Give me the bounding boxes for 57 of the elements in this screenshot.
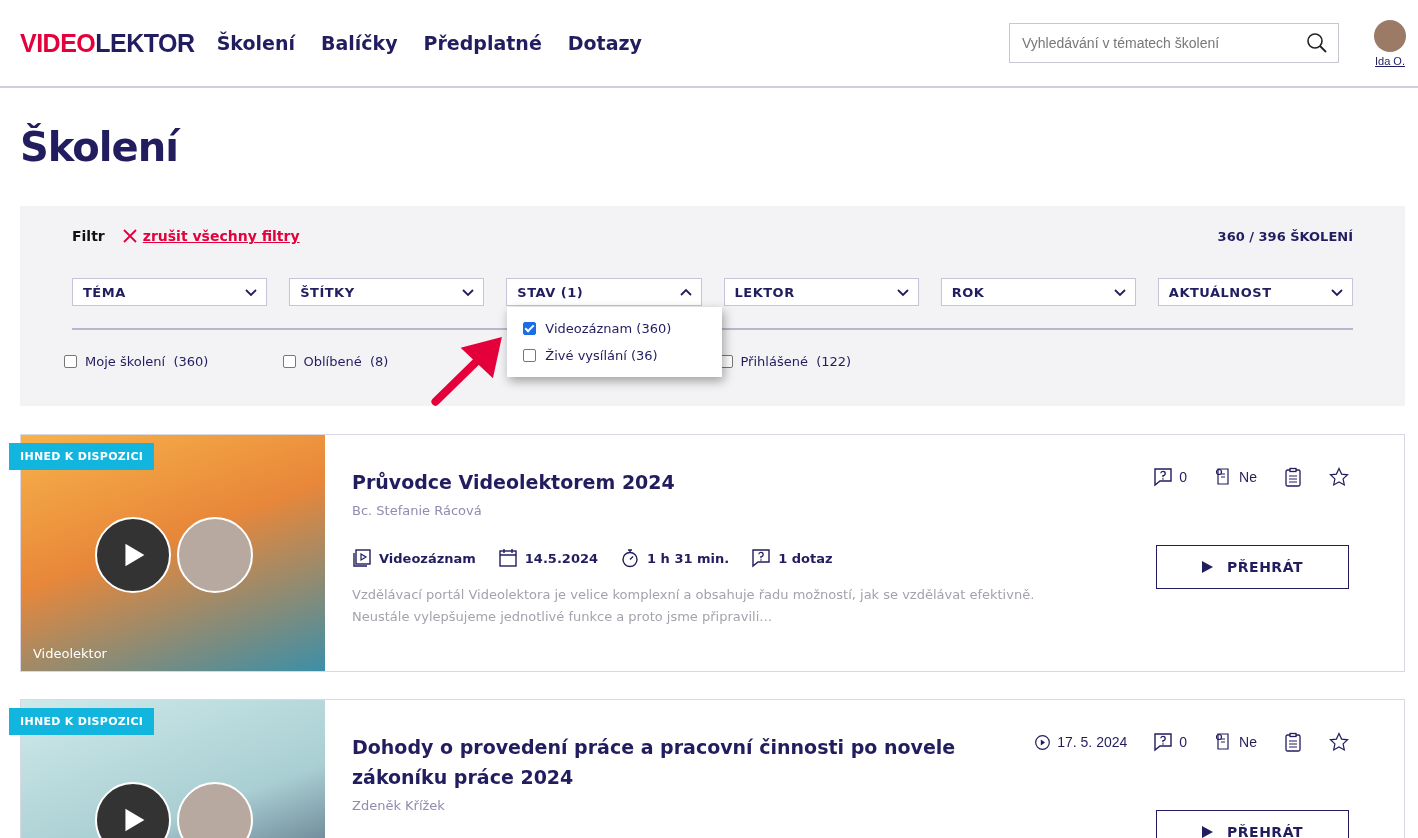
lecturer-name: Zdeněk Křížek xyxy=(352,798,446,813)
course-detail: Videozáznam xyxy=(379,550,476,566)
availability-badge: IHNED K DISPOZICI xyxy=(9,708,155,735)
page-title: Školení xyxy=(0,88,1418,206)
course-meta: Ne xyxy=(1239,469,1257,485)
checkbox[interactable] xyxy=(523,349,537,362)
search-field[interactable]: Vyhledávání v tématech školení xyxy=(1009,23,1339,63)
course-description: Vzdělávací portál Videolektora je velice komplexní a obsahuje řadu možností, jak se vzdělávat efektivně. Neustále vylepšujeme jednotlivé funkce a proto jsme připravili… xyxy=(352,586,1036,626)
play-icon[interactable] xyxy=(95,782,171,838)
course-title[interactable]: Průvodce Videolektorem 2024 xyxy=(352,467,1148,497)
course-meta: 0 xyxy=(1179,734,1188,750)
user-avatar[interactable] xyxy=(1374,19,1406,52)
course-title[interactable]: Dohody o provedení práce a pracovní činnosti po novele zákoníku práce 2024 xyxy=(352,732,1029,792)
play-button[interactable]: PŘEHRÁT xyxy=(1156,545,1349,589)
filter-label: Filtr xyxy=(72,228,105,244)
availability-badge: IHNED K DISPOZICI xyxy=(9,443,155,470)
play-circle-icon xyxy=(1034,733,1052,751)
clipboard-icon[interactable] xyxy=(1283,467,1303,487)
clipboard-icon[interactable] xyxy=(1283,732,1303,752)
play-icon xyxy=(1202,826,1214,838)
star-icon[interactable] xyxy=(1329,467,1349,487)
star-icon[interactable] xyxy=(1329,732,1349,752)
nav-link[interactable]: Školení xyxy=(216,32,295,54)
filter-dropdown[interactable]: AKTUÁLNOST xyxy=(1157,278,1353,306)
stopwatch-icon xyxy=(620,548,641,568)
play-button[interactable]: PŘEHRÁT xyxy=(1156,810,1349,838)
site-logo[interactable]: VIDEOLEKTOR xyxy=(20,28,195,58)
search-icon[interactable] xyxy=(1306,32,1328,54)
filter-dropdown[interactable]: TÉMA xyxy=(72,278,268,306)
clear-filters-link[interactable]: zrušit všechny filtry xyxy=(122,228,300,244)
nav-link[interactable]: Předplatné xyxy=(423,32,542,54)
checkbox[interactable] xyxy=(523,322,537,335)
filter-checkbox[interactable]: Moje školení (360) xyxy=(64,354,209,369)
filter-checkbox[interactable]: Oblíbené (8) xyxy=(282,354,389,369)
course-detail: 1 dotaz xyxy=(778,550,833,566)
course-meta: Ne xyxy=(1239,734,1257,750)
course-meta: 17. 5. 2024 xyxy=(1057,734,1128,750)
filter-dropdown[interactable]: ROK xyxy=(940,278,1136,306)
video-file-icon xyxy=(352,548,372,568)
calendar-icon xyxy=(497,548,518,568)
play-icon xyxy=(1202,561,1214,573)
course-meta: 0 xyxy=(1179,469,1188,485)
filter-dropdown[interactable]: LEKTOR xyxy=(723,278,919,306)
nav-link[interactable]: Balíčky xyxy=(320,32,398,54)
course-detail: 1 h 31 min. xyxy=(647,550,730,566)
close-icon[interactable] xyxy=(122,229,137,243)
annotation-arrow xyxy=(430,337,502,407)
lecturer-name: Bc. Stefanie Rácová xyxy=(352,503,483,518)
user-name-link[interactable]: Ida O. xyxy=(1375,54,1405,67)
nav-link[interactable]: Dotazy xyxy=(567,32,642,54)
filter-dropdown[interactable]: ŠTÍTKY xyxy=(289,278,485,306)
course-detail: 14.5.2024 xyxy=(524,550,599,566)
question-bubble-icon xyxy=(1153,732,1174,752)
thumbnail-caption: Videolektor xyxy=(33,646,107,661)
result-count: 360 / 396 ŠKOLENÍ xyxy=(1217,228,1353,244)
question-bubble-icon xyxy=(1153,467,1174,487)
question-bubble-icon xyxy=(751,548,772,568)
